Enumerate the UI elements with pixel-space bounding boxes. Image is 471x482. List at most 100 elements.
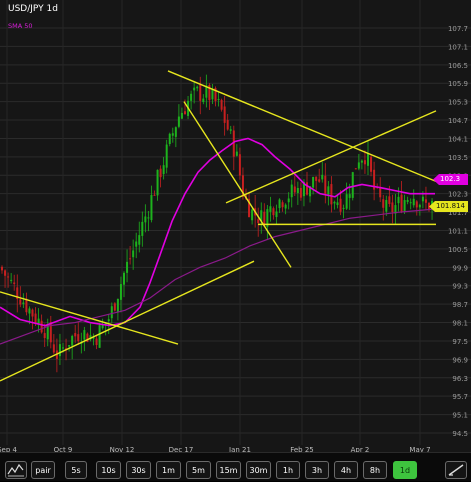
candle-body — [367, 153, 369, 166]
candle-body — [156, 169, 159, 196]
chart-area[interactable]: 107.7 107.1 106.5 105.9 105.3 104.7 104.1 103.5… — [0, 0, 471, 452]
timeframe-30s-button[interactable]: 30s — [126, 461, 151, 479]
candle-body — [321, 174, 324, 180]
candle-body — [257, 219, 260, 224]
candle-body — [290, 184, 293, 198]
candle-body — [168, 133, 171, 145]
candle-body — [348, 194, 351, 198]
candle-body — [58, 344, 61, 357]
chart-title: USD/JPY 1d — [8, 4, 58, 14]
candle-body — [351, 172, 354, 198]
candle-body — [71, 335, 74, 346]
timeframe-5s-button[interactable]: 5s — [65, 461, 87, 479]
candle-body — [229, 129, 232, 131]
candle-body — [165, 144, 168, 168]
candle-body — [77, 334, 80, 342]
price-axis-label: 104.7 — [448, 117, 468, 125]
sma-50-line — [0, 137, 435, 327]
candle-body — [62, 347, 64, 349]
price-axis-label: 101.1 — [448, 228, 468, 236]
candle-body — [336, 202, 339, 206]
bottom-toolbar: pair 5s 10s 30s 1m 5m 15m 30m 1h 3h 4h 8h 1d — [0, 452, 471, 481]
timeframe-15m-button[interactable]: 15m — [216, 461, 241, 479]
candle-body — [388, 196, 391, 204]
candle-body — [403, 200, 406, 212]
draw-tool-icon[interactable] — [445, 461, 467, 479]
candle-body — [296, 187, 299, 193]
price-axis-label: 106.5 — [448, 62, 468, 70]
candle-body — [318, 179, 321, 182]
candle-body — [360, 160, 363, 163]
timeframe-10s-button[interactable]: 10s — [96, 461, 121, 479]
price-axis-label: 95.1 — [452, 412, 468, 420]
price-axis-label: 107.7 — [448, 25, 468, 33]
candle-body — [409, 202, 412, 204]
candle-body — [272, 208, 275, 216]
candle-body — [83, 330, 86, 340]
candle-body — [144, 216, 147, 223]
candle-body — [37, 318, 40, 324]
timeframe-5m-button[interactable]: 5m — [186, 461, 211, 479]
timeframe-4h-button[interactable]: 4h — [334, 461, 358, 479]
candle-body — [327, 186, 330, 195]
candle-body — [235, 151, 238, 156]
price-axis-label: 98.7 — [452, 301, 468, 309]
candle-body — [13, 282, 16, 284]
candle-body — [43, 333, 46, 339]
candle-body — [31, 309, 34, 317]
timeframe-1h-button[interactable]: 1h — [276, 461, 300, 479]
current-price-tag: 101.814 — [429, 201, 468, 212]
sma-value-tag: 102.3 — [433, 174, 468, 185]
candle-body — [28, 308, 31, 314]
candle-body — [180, 112, 183, 119]
candle-body — [363, 160, 366, 165]
candle-body — [418, 204, 421, 208]
timeframe-1d-button[interactable]: 1d — [393, 461, 417, 479]
candle-body — [113, 303, 116, 311]
candle-body — [138, 235, 141, 245]
price-axis-label: 105.3 — [448, 99, 468, 107]
candle-body — [68, 345, 71, 347]
price-axis-label: 102.3 — [448, 191, 468, 199]
price-chart[interactable]: 107.7 107.1 106.5 105.9 105.3 104.7 104.1 103.5… — [0, 0, 471, 452]
candle-body — [357, 162, 360, 169]
candle-body — [25, 298, 28, 313]
price-axis-label: 99.9 — [452, 264, 468, 272]
candle-body — [412, 198, 415, 206]
candle-body — [333, 201, 336, 204]
candle-body — [74, 333, 77, 337]
candle-body — [345, 194, 348, 209]
candle-body — [339, 198, 342, 212]
price-axis-label: 97.5 — [452, 338, 468, 346]
price-axis-label: 96.3 — [452, 375, 468, 383]
candle-body — [287, 198, 290, 203]
candle-body — [379, 188, 382, 198]
indicator-chart-icon[interactable] — [5, 461, 27, 479]
candle-body — [281, 202, 284, 208]
timeframe-30m-button[interactable]: 30m — [246, 461, 271, 479]
candle-body — [421, 196, 424, 202]
price-axis-label: 103.5 — [448, 154, 468, 162]
candle-body — [370, 156, 373, 172]
timeframe-8h-button[interactable]: 8h — [363, 461, 387, 479]
price-axis-label: 99.3 — [452, 283, 468, 291]
candle-body — [400, 194, 403, 212]
candle-body — [391, 202, 394, 213]
price-axis-label: 104.1 — [448, 135, 468, 143]
candle-body — [123, 272, 125, 285]
candle-body — [306, 182, 308, 195]
candle-body — [238, 154, 241, 176]
candle-body — [269, 206, 272, 212]
candle-body — [10, 279, 13, 281]
candle-body — [7, 276, 10, 278]
candle-body — [324, 175, 327, 194]
candle-body — [98, 325, 101, 348]
price-axis-label: 94.5 — [452, 430, 468, 438]
candle-body — [107, 319, 110, 322]
pair-button[interactable]: pair — [31, 461, 55, 479]
candle-body — [299, 188, 302, 198]
candle-body — [95, 338, 98, 346]
timeframe-3h-button[interactable]: 3h — [305, 461, 329, 479]
candle-body — [119, 284, 122, 300]
timeframe-1m-button[interactable]: 1m — [156, 461, 181, 479]
